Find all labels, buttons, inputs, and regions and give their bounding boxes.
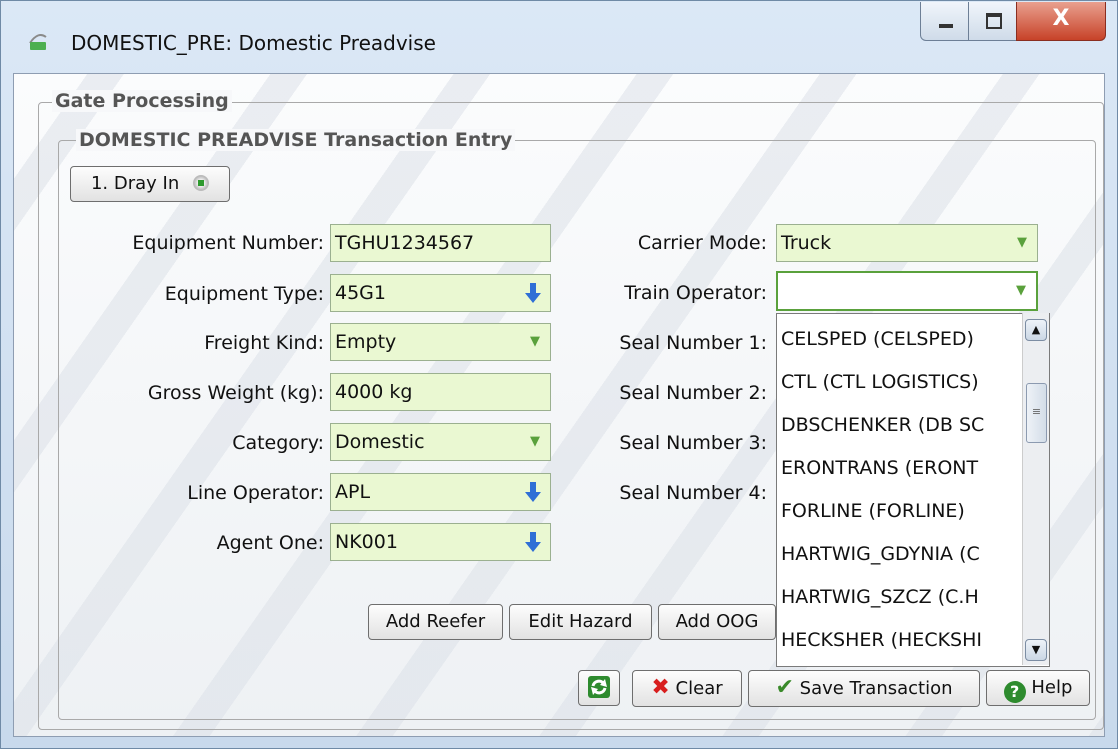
check-icon: ✔ bbox=[775, 675, 794, 700]
chevron-down-icon: ▼ bbox=[1031, 643, 1041, 656]
agent-one-value: NK001 bbox=[335, 531, 398, 553]
help-label: Help bbox=[1031, 677, 1073, 698]
equipment-type-input[interactable]: 45G1 bbox=[330, 274, 551, 312]
app-icon bbox=[29, 34, 47, 50]
grip-icon: ≡ bbox=[1031, 405, 1042, 418]
equipment-type-label: Equipment Type: bbox=[164, 283, 324, 305]
gross-weight-label: Gross Weight (kg): bbox=[147, 382, 324, 404]
transaction-entry-legend: DOMESTIC PREADVISE Transaction Entry bbox=[76, 129, 516, 151]
seal-number-3-label: Seal Number 3: bbox=[619, 432, 767, 454]
agent-one-label: Agent One: bbox=[216, 532, 324, 554]
chevron-down-icon: ▼ bbox=[1016, 283, 1026, 298]
scroll-up-button[interactable]: ▲ bbox=[1025, 319, 1047, 341]
arrow-down-icon[interactable] bbox=[524, 282, 542, 304]
maximize-button[interactable] bbox=[968, 2, 1018, 41]
title-bar[interactable]: DOMESTIC_PRE: Domestic Preadvise X bbox=[1, 1, 1117, 73]
line-operator-label: Line Operator: bbox=[187, 482, 324, 504]
line-operator-input[interactable]: APL bbox=[330, 473, 551, 511]
dray-in-label: 1. Dray In bbox=[90, 173, 180, 194]
equipment-number-value: TGHU1234567 bbox=[335, 232, 475, 254]
app-window: DOMESTIC_PRE: Domestic Preadvise X Gate … bbox=[0, 0, 1118, 749]
content-area: Gate Processing DOMESTIC PREADVISE Trans… bbox=[13, 73, 1105, 737]
save-transaction-label: Save Transaction bbox=[799, 678, 953, 699]
dropdown-option[interactable]: CTL (CTL LOGISTICS) bbox=[781, 371, 979, 393]
minimize-button[interactable] bbox=[920, 2, 970, 41]
save-transaction-button[interactable]: ✔ Save Transaction bbox=[748, 670, 980, 707]
category-select[interactable]: Domestic ▼ bbox=[330, 423, 551, 461]
arrow-down-icon[interactable] bbox=[524, 481, 542, 503]
help-button[interactable]: ? Help bbox=[986, 670, 1090, 706]
dropdown-option[interactable]: HARTWIG_SZCZ (C.H bbox=[781, 586, 979, 608]
chevron-down-icon: ▼ bbox=[530, 334, 540, 349]
seal-number-1-label: Seal Number 1: bbox=[619, 332, 767, 354]
carrier-mode-select[interactable]: Truck ▼ bbox=[776, 224, 1038, 262]
close-button[interactable]: X bbox=[1016, 2, 1106, 41]
add-reefer-button[interactable]: Add Reefer bbox=[368, 604, 503, 640]
dropdown-scrollbar[interactable]: ▲ ≡ ▼ bbox=[1022, 313, 1049, 665]
agent-one-input[interactable]: NK001 bbox=[330, 523, 551, 561]
dropdown-option[interactable]: HARTWIG_GDYNIA (C bbox=[781, 543, 980, 565]
seal-number-2-label: Seal Number 2: bbox=[619, 382, 767, 404]
x-icon: ✖ bbox=[651, 675, 670, 700]
chevron-down-icon: ▼ bbox=[530, 434, 540, 449]
scroll-down-button[interactable]: ▼ bbox=[1025, 639, 1047, 661]
dropdown-option[interactable]: ERONTRANS (ERONT bbox=[781, 457, 978, 479]
dray-in-step-button[interactable]: 1. Dray In bbox=[70, 166, 230, 202]
gross-weight-input[interactable]: 4000 kg bbox=[330, 373, 551, 411]
gross-weight-value: 4000 kg bbox=[335, 381, 413, 403]
window-title: DOMESTIC_PRE: Domestic Preadvise bbox=[71, 31, 436, 55]
equipment-type-value: 45G1 bbox=[335, 282, 386, 304]
clear-label: Clear bbox=[675, 678, 723, 699]
status-indicator-icon bbox=[193, 175, 209, 191]
carrier-mode-value: Truck bbox=[781, 232, 832, 254]
train-operator-label: Train Operator: bbox=[624, 282, 767, 304]
freight-kind-select[interactable]: Empty ▼ bbox=[330, 323, 551, 361]
train-operator-dropdown-list[interactable]: CELSPED (CELSPED) CTL (CTL LOGISTICS) DB… bbox=[776, 313, 1050, 667]
dropdown-option[interactable]: FORLINE (FORLINE) bbox=[781, 500, 965, 522]
scroll-thumb[interactable]: ≡ bbox=[1026, 383, 1047, 443]
clear-button[interactable]: ✖ Clear bbox=[632, 670, 742, 707]
equipment-number-input[interactable]: TGHU1234567 bbox=[330, 224, 551, 262]
edit-hazard-button[interactable]: Edit Hazard bbox=[509, 604, 652, 640]
gate-processing-legend: Gate Processing bbox=[52, 90, 232, 112]
freight-kind-value: Empty bbox=[335, 331, 397, 353]
add-oog-button[interactable]: Add OOG bbox=[658, 604, 776, 640]
help-icon: ? bbox=[1003, 681, 1026, 703]
carrier-mode-label: Carrier Mode: bbox=[637, 232, 767, 254]
chevron-up-icon: ▲ bbox=[1031, 323, 1041, 336]
equipment-number-label: Equipment Number: bbox=[132, 232, 324, 254]
dropdown-option[interactable]: DBSCHENKER (DB SC bbox=[781, 414, 984, 436]
arrow-down-icon[interactable] bbox=[524, 531, 542, 553]
minimize-icon bbox=[939, 24, 953, 28]
line-operator-value: APL bbox=[335, 481, 371, 503]
category-value: Domestic bbox=[335, 431, 425, 453]
freight-kind-label: Freight Kind: bbox=[204, 332, 324, 354]
dropdown-option[interactable]: HECKSHER (HECKSHI bbox=[781, 629, 982, 651]
refresh-button[interactable] bbox=[578, 670, 620, 706]
dropdown-option[interactable]: CELSPED (CELSPED) bbox=[781, 328, 974, 350]
close-icon: X bbox=[1052, 6, 1070, 31]
chevron-down-icon: ▼ bbox=[1017, 235, 1027, 250]
refresh-icon bbox=[588, 676, 610, 698]
category-label: Category: bbox=[232, 432, 324, 454]
train-operator-select[interactable]: ▼ bbox=[776, 271, 1038, 311]
seal-number-4-label: Seal Number 4: bbox=[619, 482, 767, 504]
maximize-icon bbox=[986, 13, 1002, 29]
